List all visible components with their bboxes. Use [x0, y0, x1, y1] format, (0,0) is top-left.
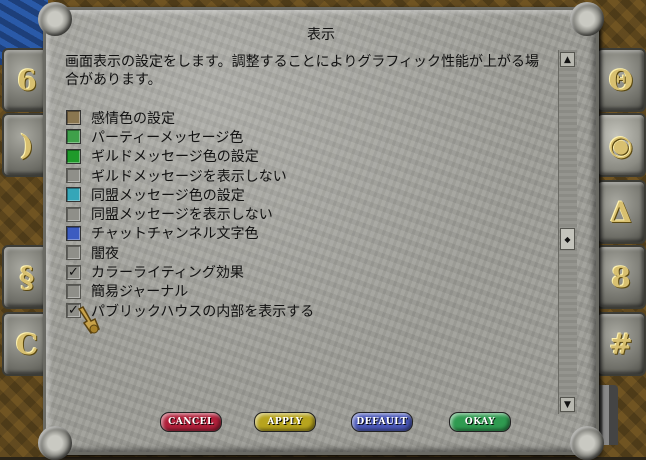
hand-cursor-icon: [77, 306, 100, 334]
options-list: 感情色の設定パーティーメッセージ色 ギルドメッセージ色の設定ギルドメッセージを表示…: [66, 108, 546, 320]
option-row[interactable]: 闇夜: [66, 243, 546, 262]
option-checkbox[interactable]: [66, 283, 81, 299]
option-label: パーティーメッセージ色: [91, 129, 244, 146]
option-label: 感情色の設定: [91, 110, 175, 127]
right-rune-button-1[interactable]: Θ: [596, 48, 646, 112]
option-label: ギルドメッセージを表示しない: [91, 168, 287, 185]
dialog-title: 表示: [307, 27, 335, 43]
right-rune-button-5[interactable]: #: [596, 312, 646, 376]
right-rune-button-3[interactable]: Δ: [596, 180, 646, 244]
scroll-up-arrow-icon[interactable]: ▲: [560, 52, 575, 67]
default-button[interactable]: DEFAULT: [351, 412, 413, 432]
rune-triangle-icon: Δ: [610, 195, 632, 229]
rune-shield-icon: Θ: [608, 63, 634, 97]
scrollbar[interactable]: ▲ ◆ ▼: [558, 50, 577, 414]
color-swatch-button[interactable]: [66, 110, 81, 126]
rune-eye-icon: ◉: [608, 128, 634, 162]
scroll-thumb[interactable]: ◆: [560, 228, 575, 250]
option-row[interactable]: ギルドメッセージを表示しない: [66, 166, 546, 185]
option-row[interactable]: 同盟メッセージ色の設定: [66, 185, 546, 204]
option-row[interactable]: パーティーメッセージ色: [66, 127, 546, 146]
rune-grid-icon: #: [609, 327, 633, 361]
option-label: カラーライティング効果: [91, 265, 244, 282]
option-label: 簡易ジャーナル: [91, 284, 189, 301]
option-row[interactable]: 同盟メッセージを表示しない: [66, 204, 546, 223]
okay-button[interactable]: OKAY: [449, 412, 511, 432]
apply-button[interactable]: APPLY: [254, 412, 316, 432]
option-row[interactable]: チャットチャンネル文字色: [66, 224, 546, 243]
rune-face-icon: §: [19, 260, 35, 294]
rune-6-icon: 6: [17, 63, 37, 97]
dialog-description: 画面表示の設定をします。調整することによりグラフィック性能が上がる場合があります…: [65, 54, 540, 88]
display-settings-dialog: 表示 画面表示の設定をします。調整することによりグラフィック性能が上がる場合があ…: [38, 2, 604, 460]
corner-ornament: [570, 426, 604, 460]
option-label: チャットチャンネル文字色: [91, 226, 259, 243]
rune-8-icon: 8: [611, 260, 631, 294]
right-rune-button-2[interactable]: ◉: [596, 113, 646, 177]
option-label: 同盟メッセージ色の設定: [91, 187, 245, 204]
option-row[interactable]: 簡易ジャーナル: [66, 282, 546, 301]
color-swatch-button[interactable]: [66, 148, 81, 164]
option-row[interactable]: 感情色の設定: [66, 108, 546, 127]
option-row[interactable]: ✓ カラーライティング効果: [66, 262, 546, 281]
option-row[interactable]: ✓ パブリックハウスの内部を表示する: [66, 301, 546, 320]
corner-ornament: [38, 426, 72, 460]
option-checkbox[interactable]: ✓: [66, 264, 81, 280]
option-label: パブリックハウスの内部を表示する: [91, 303, 315, 320]
color-swatch-button[interactable]: [66, 225, 81, 241]
option-checkbox[interactable]: [66, 245, 81, 261]
option-label: 同盟メッセージを表示しない: [91, 207, 273, 224]
color-swatch-button[interactable]: [66, 129, 81, 145]
option-row[interactable]: ギルドメッセージ色の設定: [66, 147, 546, 166]
option-checkbox[interactable]: [66, 206, 81, 222]
rune-moon-icon: C: [15, 327, 39, 361]
scroll-down-arrow-icon[interactable]: ▼: [560, 397, 575, 412]
option-checkbox[interactable]: [66, 168, 81, 184]
option-label: ギルドメッセージ色の設定: [91, 149, 259, 166]
cancel-button[interactable]: CANCEL: [160, 412, 222, 432]
option-label: 闇夜: [91, 245, 119, 262]
color-swatch-button[interactable]: [66, 187, 81, 203]
rune-crescent-icon: ): [20, 128, 34, 162]
right-rune-button-4[interactable]: 8: [596, 245, 646, 309]
